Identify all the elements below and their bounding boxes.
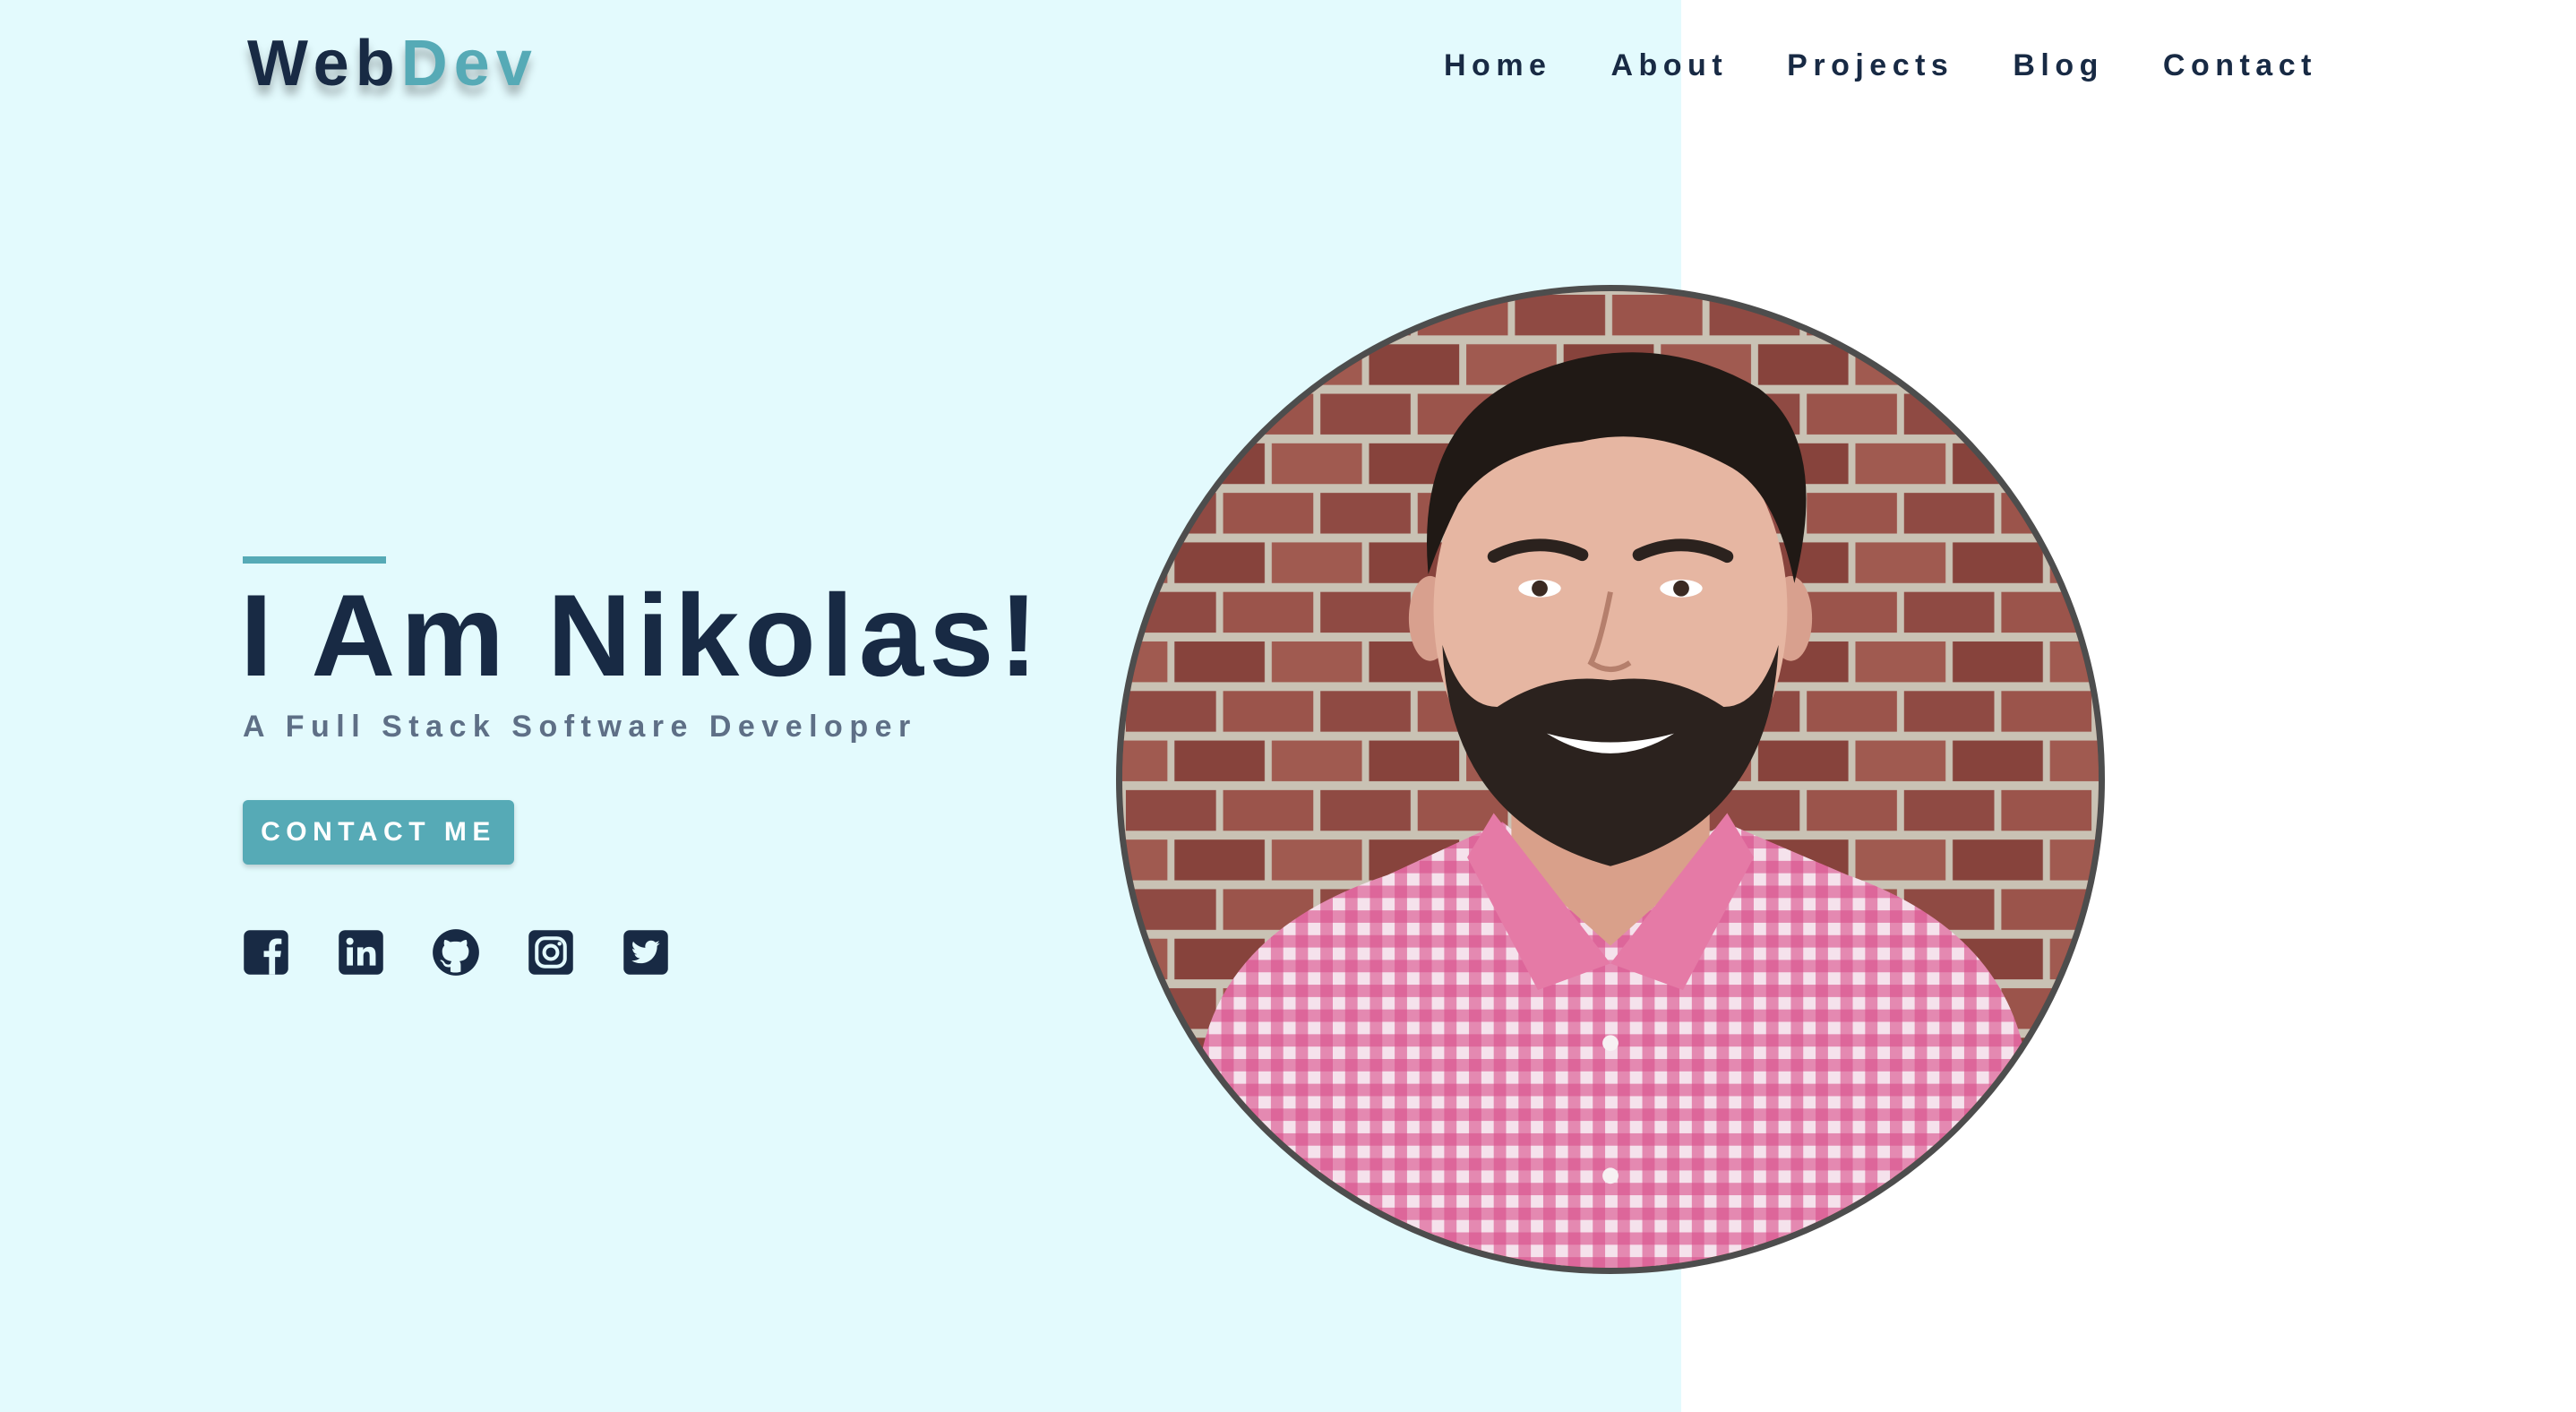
facebook-icon[interactable] — [242, 928, 290, 977]
profile-photo — [1116, 285, 2105, 1274]
linkedin-icon[interactable] — [337, 928, 385, 977]
twitter-icon[interactable] — [622, 928, 670, 977]
nav-link-about[interactable]: About — [1610, 48, 1728, 83]
hero-title: I Am Nikolas! — [240, 570, 1043, 701]
contact-me-button[interactable]: CONTACT ME — [243, 800, 514, 865]
nav-link-projects[interactable]: Projects — [1787, 48, 1953, 83]
nav-link-home[interactable]: Home — [1444, 48, 1551, 83]
hero-subtitle: A Full Stack Software Developer — [243, 710, 917, 744]
nav-link-blog[interactable]: Blog — [2013, 48, 2104, 83]
instagram-icon[interactable] — [527, 928, 575, 977]
logo-text-dev: Dev — [400, 28, 538, 99]
nav-link-contact[interactable]: Contact — [2163, 48, 2317, 83]
social-links — [242, 928, 670, 977]
title-accent-line — [243, 556, 386, 564]
github-icon[interactable] — [432, 928, 480, 977]
logo-text-web: Web — [247, 28, 401, 99]
main-nav: Home About Projects Blog Contact — [1444, 48, 2317, 83]
site-logo[interactable]: WebDev — [247, 27, 538, 100]
